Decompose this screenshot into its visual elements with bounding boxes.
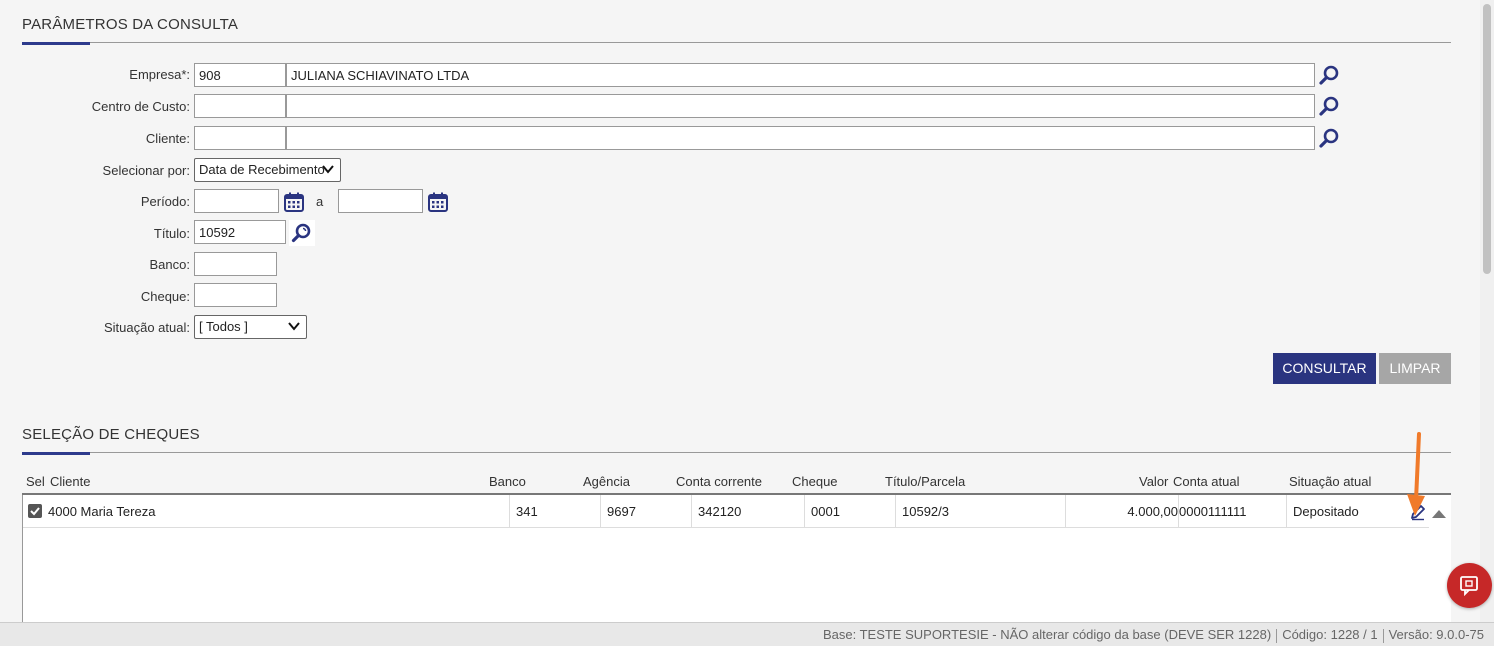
- selecionar-por-value: Data de Recebimento: [199, 162, 325, 177]
- chevron-down-icon: [287, 319, 301, 336]
- cliente-name-input[interactable]: [286, 126, 1315, 150]
- periodo-from-input[interactable]: [194, 189, 279, 213]
- centro-custo-code-input[interactable]: [194, 94, 286, 118]
- banco-input[interactable]: [194, 252, 277, 276]
- cell-agencia: 9697: [600, 495, 691, 528]
- params-section-divider: [22, 42, 1451, 43]
- scrollbar-thumb[interactable]: [1483, 4, 1491, 274]
- cliente-label: Cliente:: [145, 131, 190, 146]
- cell-valor: 4.000,00: [1065, 495, 1178, 528]
- cell-cheque: 0001: [804, 495, 895, 528]
- situacao-value: [ Todos ]: [199, 319, 248, 334]
- empresa-search-icon[interactable]: [1317, 63, 1343, 89]
- periodo-label: Período:: [140, 194, 190, 209]
- consultar-button[interactable]: CONSULTAR: [1273, 353, 1376, 384]
- chat-button[interactable]: [1447, 563, 1492, 608]
- situacao-select[interactable]: [ Todos ]: [194, 315, 307, 339]
- params-section-accent: [22, 42, 90, 45]
- col-header-sel[interactable]: Sel: [26, 474, 45, 489]
- cheques-grid: 4000 Maria Tereza 341 9697 342120 0001 1…: [22, 495, 1451, 622]
- col-header-titulo[interactable]: Título/Parcela: [885, 474, 965, 489]
- selecionar-por-select[interactable]: Data de Recebimento: [194, 158, 341, 182]
- situacao-label: Situação atual:: [103, 320, 190, 335]
- cell-titulo: 10592/3: [895, 495, 1065, 528]
- footer-codigo: Código: 1228 / 1: [1282, 627, 1378, 642]
- col-header-agencia[interactable]: Agência: [583, 474, 630, 489]
- status-footer: Base: TESTE SUPORTESIE - NÃO alterar cód…: [0, 622, 1494, 646]
- cliente-code-input[interactable]: [194, 126, 286, 150]
- footer-separator: [1276, 628, 1278, 643]
- selecionar-por-label: Selecionar por:: [102, 163, 190, 178]
- centro-custo-search-icon[interactable]: [1317, 94, 1343, 120]
- centro-custo-name-input[interactable]: [286, 94, 1315, 118]
- periodo-from-calendar-icon[interactable]: [282, 190, 306, 214]
- titulo-label: Título:: [153, 226, 190, 241]
- vertical-scrollbar[interactable]: [1480, 0, 1494, 622]
- titulo-search-icon[interactable]: [289, 220, 315, 246]
- col-header-cliente[interactable]: Cliente: [50, 474, 90, 489]
- footer-base: Base: TESTE SUPORTESIE - NÃO alterar cód…: [822, 627, 1272, 642]
- cheques-section-title: SELEÇÃO DE CHEQUES: [22, 426, 200, 443]
- col-header-conta[interactable]: Conta corrente: [676, 474, 762, 489]
- empresa-label: Empresa*:: [129, 67, 190, 82]
- periodo-separator: a: [316, 194, 324, 209]
- periodo-to-calendar-icon[interactable]: [426, 190, 450, 214]
- empresa-code-input[interactable]: [194, 63, 286, 87]
- annotation-arrow: [1404, 432, 1428, 522]
- col-header-valor[interactable]: Valor: [1139, 474, 1168, 489]
- row-select-checkbox[interactable]: [28, 504, 42, 518]
- cheque-label: Cheque:: [140, 289, 190, 304]
- cheques-section-accent: [22, 452, 90, 455]
- cliente-search-icon[interactable]: [1317, 126, 1343, 152]
- params-section-title: PARÂMETROS DA CONSULTA: [22, 16, 239, 33]
- cell-conta: 342120: [691, 495, 804, 528]
- footer-versao: Versão: 9.0.0-75: [1388, 627, 1484, 642]
- col-header-banco[interactable]: Banco: [489, 474, 526, 489]
- limpar-button[interactable]: LIMPAR: [1379, 353, 1451, 384]
- chevron-down-icon: [321, 162, 335, 179]
- col-header-situacao[interactable]: Situação atual: [1289, 474, 1371, 489]
- cheque-input[interactable]: [194, 283, 277, 307]
- centro-custo-label: Centro de Custo:: [91, 99, 190, 114]
- cell-cliente: 4000 Maria Tereza: [48, 504, 156, 519]
- cell-situacao: Depositado: [1286, 495, 1404, 528]
- collapse-icon[interactable]: [1431, 507, 1447, 519]
- footer-separator: [1382, 628, 1384, 643]
- cell-banco: 341: [509, 495, 600, 528]
- col-header-cheque[interactable]: Cheque: [792, 474, 838, 489]
- chat-icon: [1459, 575, 1480, 599]
- periodo-to-input[interactable]: [338, 189, 423, 213]
- cheques-section-divider: [22, 452, 1451, 453]
- titulo-input[interactable]: [194, 220, 286, 244]
- cell-conta-atual: 0000111111: [1178, 495, 1286, 528]
- table-row[interactable]: 4000 Maria Tereza 341 9697 342120 0001 1…: [23, 495, 1429, 528]
- banco-label: Banco:: [149, 257, 190, 272]
- col-header-conta-atual[interactable]: Conta atual: [1173, 474, 1240, 489]
- empresa-name-input[interactable]: [286, 63, 1315, 87]
